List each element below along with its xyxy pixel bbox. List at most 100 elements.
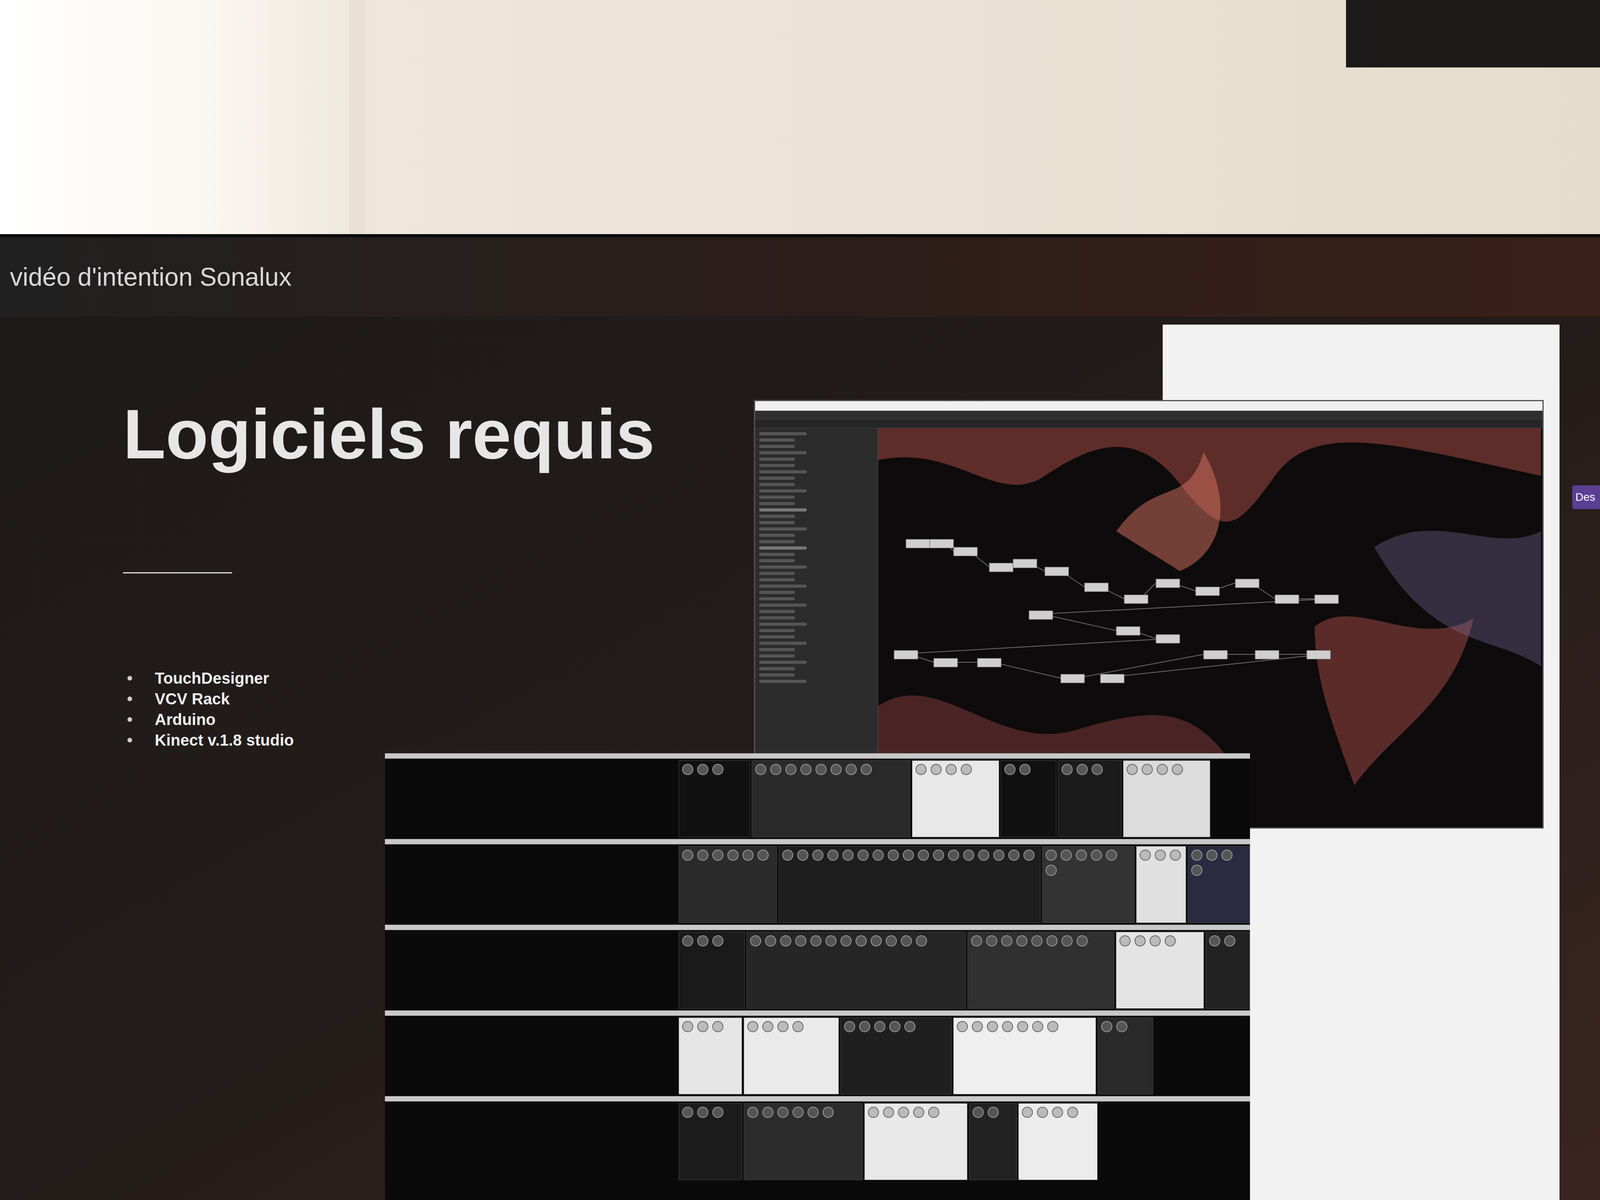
- rack-module[interactable]: [864, 1103, 968, 1181]
- module-knob[interactable]: [1105, 849, 1118, 861]
- module-knob[interactable]: [1061, 935, 1073, 947]
- module-knob[interactable]: [682, 1021, 694, 1033]
- rack-module[interactable]: [1097, 1017, 1154, 1095]
- module-knob[interactable]: [827, 849, 839, 861]
- module-knob[interactable]: [1008, 849, 1020, 861]
- module-knob[interactable]: [971, 1021, 983, 1033]
- module-knob[interactable]: [1036, 1106, 1049, 1118]
- module-knob[interactable]: [972, 1106, 984, 1118]
- module-knob[interactable]: [857, 849, 869, 861]
- module-knob[interactable]: [986, 935, 998, 947]
- module-knob[interactable]: [800, 763, 812, 775]
- rack-module[interactable]: [1057, 760, 1122, 838]
- module-knob[interactable]: [882, 1106, 895, 1118]
- module-knob[interactable]: [842, 849, 854, 861]
- module-knob[interactable]: [765, 935, 777, 947]
- module-knob[interactable]: [1019, 763, 1031, 775]
- module-knob[interactable]: [1141, 763, 1153, 775]
- module-knob[interactable]: [1164, 935, 1176, 947]
- module-knob[interactable]: [913, 1106, 925, 1118]
- module-knob[interactable]: [697, 1021, 709, 1033]
- module-knob[interactable]: [1154, 849, 1166, 861]
- rack-module[interactable]: [743, 1017, 839, 1095]
- rack-module[interactable]: [1123, 760, 1211, 838]
- module-knob[interactable]: [1031, 935, 1043, 947]
- rack-module[interactable]: [1205, 931, 1250, 1009]
- module-knob[interactable]: [932, 849, 945, 861]
- module-knob[interactable]: [815, 763, 827, 775]
- module-knob[interactable]: [1139, 849, 1151, 861]
- module-knob[interactable]: [762, 1021, 774, 1033]
- module-knob[interactable]: [1126, 763, 1138, 775]
- module-knob[interactable]: [797, 849, 809, 861]
- module-knob[interactable]: [945, 763, 957, 775]
- module-knob[interactable]: [987, 1106, 999, 1118]
- module-knob[interactable]: [780, 935, 792, 947]
- module-knob[interactable]: [795, 935, 807, 947]
- module-knob[interactable]: [762, 1106, 774, 1118]
- rack-module[interactable]: [967, 931, 1114, 1009]
- module-knob[interactable]: [807, 1106, 819, 1118]
- module-knob[interactable]: [1091, 763, 1103, 775]
- module-knob[interactable]: [855, 935, 867, 947]
- module-knob[interactable]: [682, 1106, 694, 1118]
- module-knob[interactable]: [917, 849, 929, 861]
- module-knob[interactable]: [948, 849, 960, 861]
- module-knob[interactable]: [712, 1021, 724, 1033]
- module-knob[interactable]: [993, 849, 1005, 861]
- module-knob[interactable]: [956, 1021, 968, 1033]
- module-knob[interactable]: [1221, 849, 1233, 861]
- module-knob[interactable]: [898, 1106, 910, 1118]
- module-knob[interactable]: [960, 763, 972, 775]
- module-knob[interactable]: [889, 1021, 901, 1033]
- module-knob[interactable]: [971, 935, 983, 947]
- module-knob[interactable]: [697, 935, 709, 947]
- module-knob[interactable]: [1134, 935, 1146, 947]
- module-knob[interactable]: [712, 1106, 724, 1118]
- module-knob[interactable]: [1191, 864, 1203, 876]
- module-knob[interactable]: [887, 849, 899, 861]
- module-knob[interactable]: [902, 849, 914, 861]
- module-knob[interactable]: [712, 849, 724, 861]
- module-knob[interactable]: [1001, 935, 1013, 947]
- module-knob[interactable]: [825, 935, 837, 947]
- module-knob[interactable]: [1051, 1106, 1064, 1118]
- module-knob[interactable]: [1067, 1106, 1079, 1118]
- module-knob[interactable]: [928, 1106, 940, 1118]
- module-knob[interactable]: [750, 935, 762, 947]
- module-knob[interactable]: [682, 849, 694, 861]
- module-knob[interactable]: [770, 763, 782, 775]
- module-knob[interactable]: [727, 849, 739, 861]
- module-knob[interactable]: [1004, 763, 1016, 775]
- module-knob[interactable]: [1017, 1021, 1029, 1033]
- module-knob[interactable]: [874, 1021, 886, 1033]
- rack-module[interactable]: [1018, 1103, 1098, 1181]
- rack-module[interactable]: [678, 931, 745, 1009]
- module-knob[interactable]: [1047, 1021, 1059, 1033]
- module-knob[interactable]: [986, 1021, 999, 1033]
- module-knob[interactable]: [859, 1021, 871, 1033]
- rack-module[interactable]: [953, 1017, 1097, 1095]
- module-knob[interactable]: [812, 849, 824, 861]
- module-knob[interactable]: [1023, 849, 1035, 861]
- module-knob[interactable]: [1116, 1021, 1128, 1033]
- module-knob[interactable]: [1090, 849, 1102, 861]
- module-knob[interactable]: [963, 849, 975, 861]
- module-knob[interactable]: [755, 763, 767, 775]
- module-knob[interactable]: [900, 935, 912, 947]
- module-knob[interactable]: [712, 935, 724, 947]
- module-knob[interactable]: [747, 1021, 759, 1033]
- side-button[interactable]: Des: [1572, 485, 1600, 510]
- module-knob[interactable]: [1149, 935, 1161, 947]
- module-knob[interactable]: [830, 763, 842, 775]
- module-knob[interactable]: [1032, 1021, 1044, 1033]
- rack-module[interactable]: [969, 1103, 1017, 1181]
- module-knob[interactable]: [1156, 763, 1168, 775]
- rack-module[interactable]: [1187, 846, 1250, 924]
- module-knob[interactable]: [792, 1021, 804, 1033]
- rack-module[interactable]: [678, 1017, 743, 1095]
- module-knob[interactable]: [844, 1021, 856, 1033]
- module-knob[interactable]: [1060, 849, 1072, 861]
- rack-module[interactable]: [911, 760, 1000, 838]
- rack-module[interactable]: [751, 760, 911, 838]
